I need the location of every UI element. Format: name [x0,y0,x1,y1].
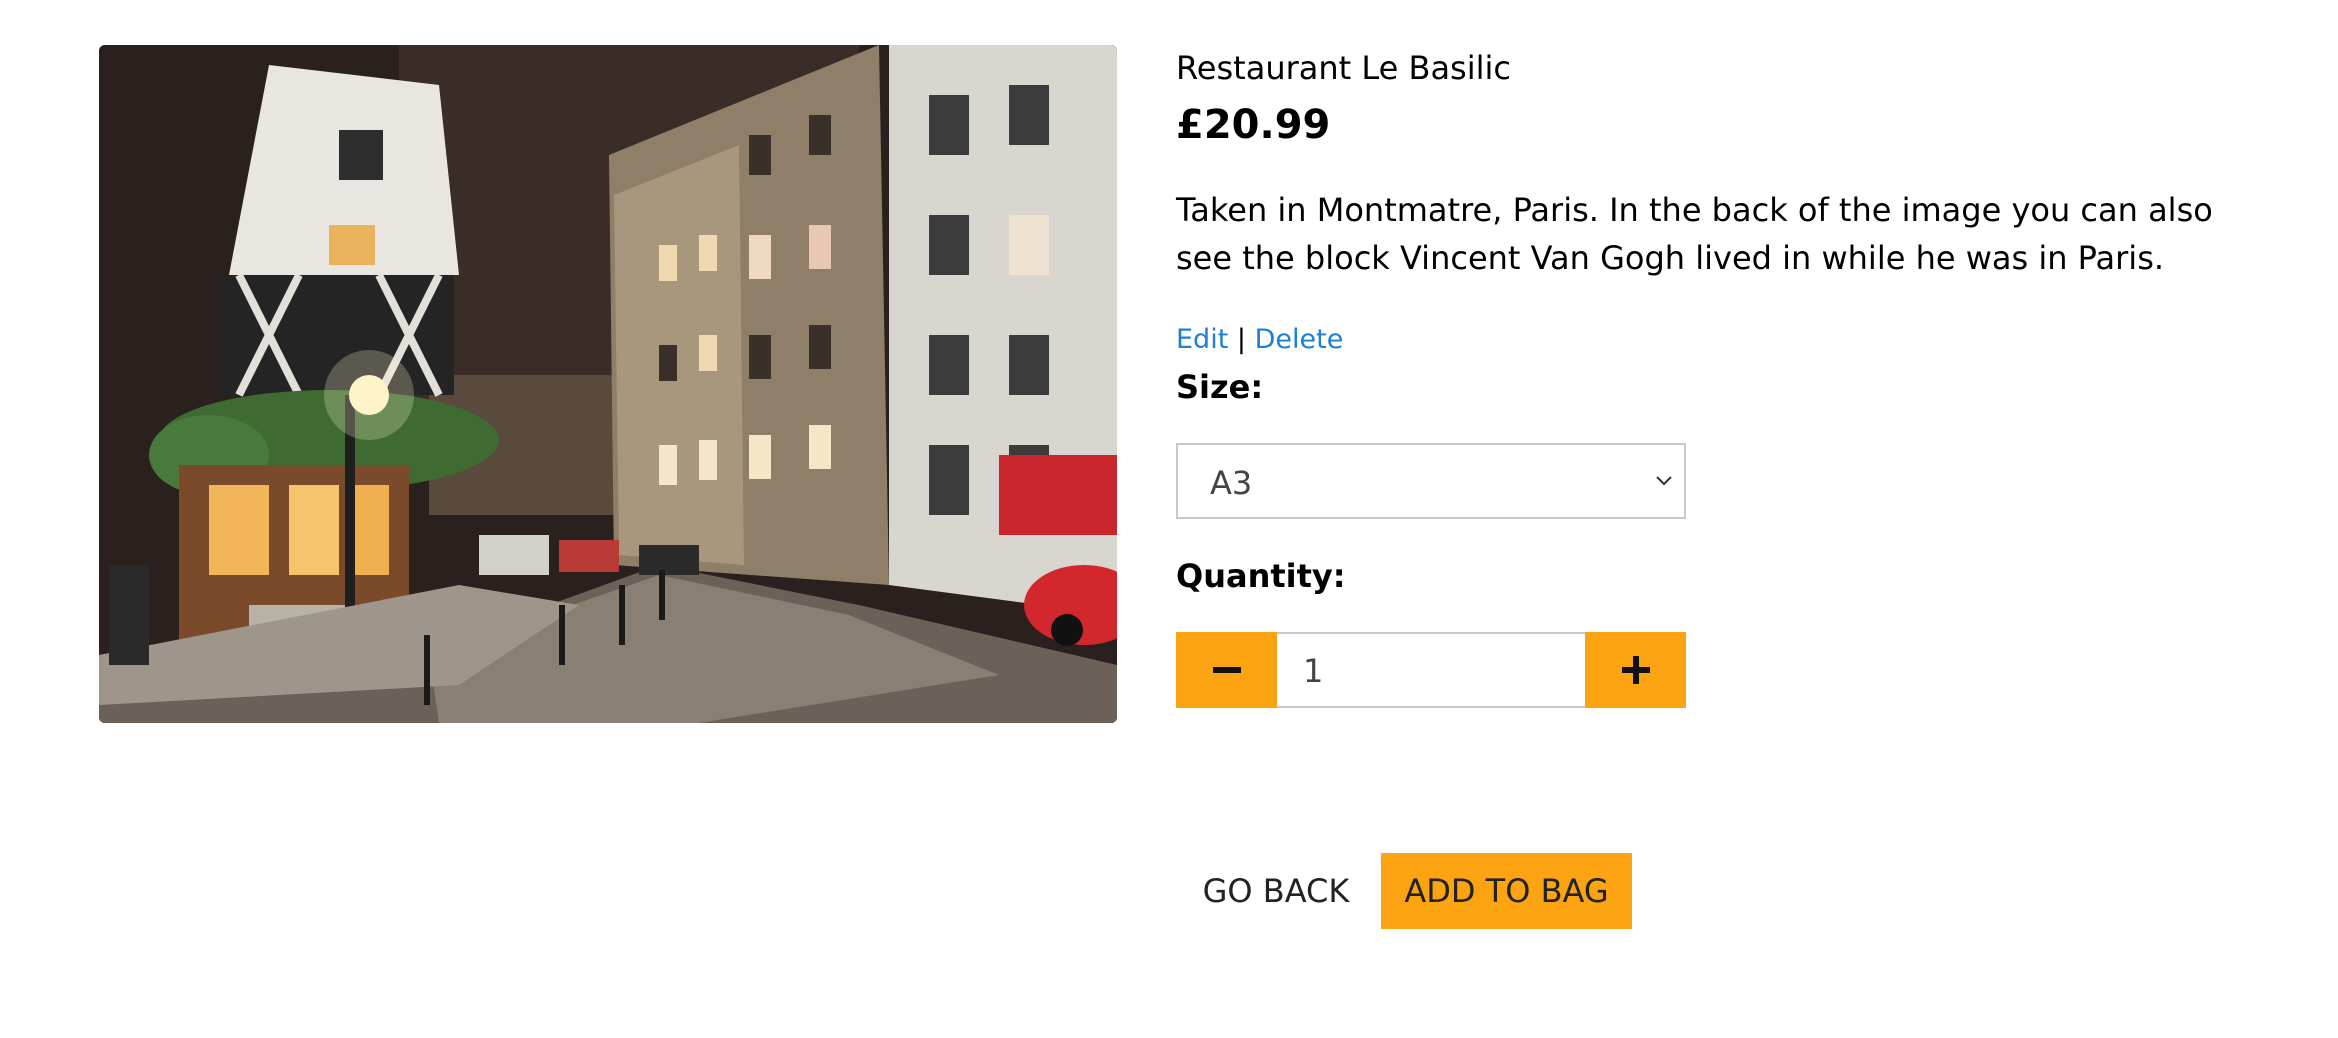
product-price: £20.99 [1176,102,1331,148]
edit-link[interactable]: Edit [1176,324,1228,355]
quantity-input[interactable]: 1 [1277,632,1585,708]
size-select[interactable]: A3 [1176,443,1686,519]
quantity-label: Quantity: [1176,557,1346,595]
increment-quantity-button[interactable] [1585,632,1686,708]
size-selected-value: A3 [1210,464,1253,502]
link-separator: | [1236,324,1246,355]
delete-link[interactable]: Delete [1255,324,1344,355]
size-label: Size: [1176,368,1264,406]
go-back-button[interactable]: GO BACK [1178,853,1374,929]
product-name: Restaurant Le Basilic [1176,49,1511,87]
minus-icon [1213,667,1241,673]
plus-icon [1622,656,1650,684]
add-to-bag-button[interactable]: ADD TO BAG [1381,853,1632,929]
decrement-quantity-button[interactable] [1176,632,1277,708]
product-image [99,45,1117,723]
admin-links: Edit | Delete [1176,322,1343,358]
quantity-value: 1 [1303,652,1324,690]
chevron-down-icon [1656,476,1672,486]
product-description: Taken in Montmatre, Paris. In the back o… [1176,191,2213,277]
